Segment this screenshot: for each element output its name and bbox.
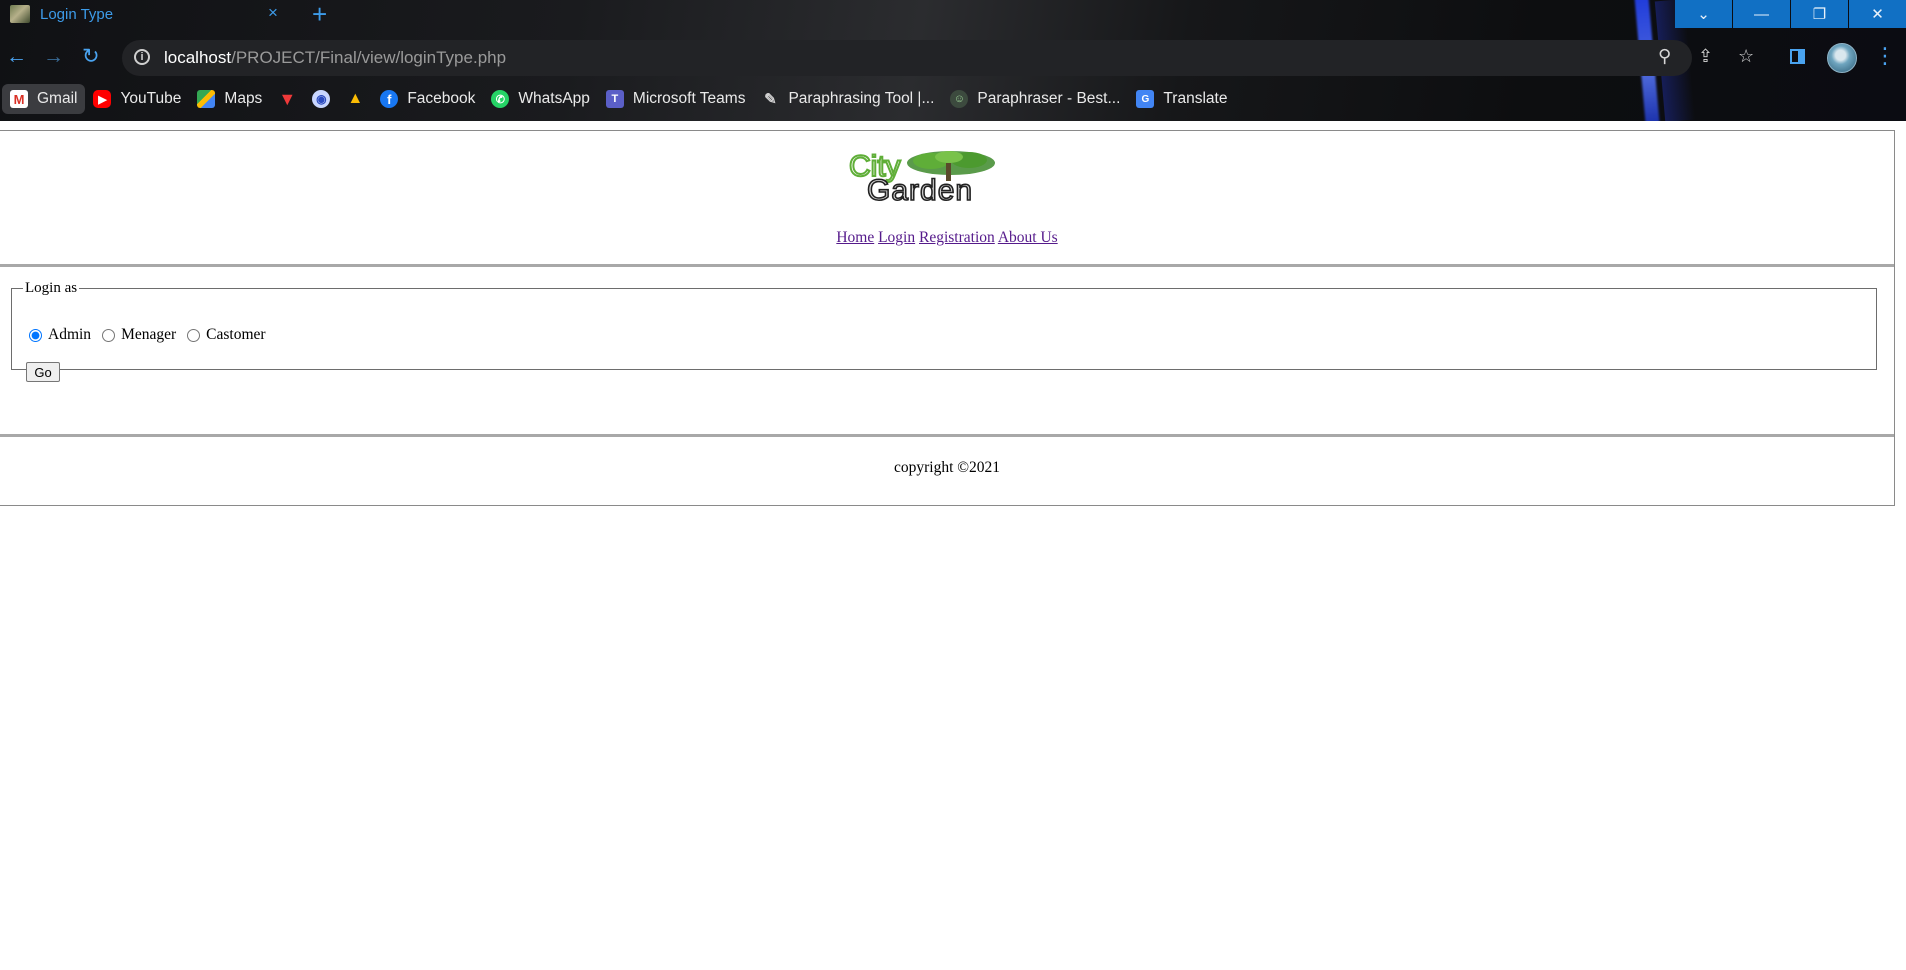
bookmark-label: YouTube <box>120 90 182 107</box>
city-garden-logo: City Garden <box>848 149 995 203</box>
address-bar[interactable]: i localhost/PROJECT/Final/view/loginType… <box>122 40 1754 76</box>
reload-icon[interactable]: ↻ <box>82 44 100 70</box>
login-type-legend: Login as <box>25 280 78 296</box>
radio-label-admin: Admin <box>48 326 92 343</box>
option-menager[interactable]: Menager <box>99 326 176 344</box>
nav-link-home[interactable]: Home <box>836 229 874 246</box>
url-text[interactable]: localhost/PROJECT/Final/view/loginType.p… <box>164 48 506 68</box>
bookmark-teams[interactable]: T Microsoft Teams <box>598 84 754 114</box>
page-footer: copyright ©2021 <box>0 437 1894 505</box>
facebook-icon: f <box>380 90 399 108</box>
translate-icon: G <box>1136 90 1155 108</box>
zoom-icon[interactable]: ⚲ <box>1658 46 1671 67</box>
main-nav: Home Login Registration About Us <box>0 229 1894 247</box>
bookmark-youtube[interactable]: ▶ YouTube <box>85 84 189 114</box>
forward-arrow-icon[interactable]: → <box>43 44 64 70</box>
nav-link-registration[interactable]: Registration <box>919 229 995 246</box>
radio-menager[interactable] <box>102 328 116 342</box>
restore-button[interactable]: ❐ <box>1791 0 1848 28</box>
bookmark-privacy[interactable]: ◉ <box>304 84 338 114</box>
url-host: localhost <box>164 48 232 67</box>
tab-title: Login Type <box>40 5 114 23</box>
bookmark-maps[interactable]: Maps <box>189 84 270 114</box>
bookmark-label: Paraphraser - Best... <box>977 90 1121 107</box>
svg-text:Garden: Garden <box>867 174 973 203</box>
browser-tab[interactable]: Login Type × <box>0 0 290 28</box>
bookmark-label: Facebook <box>407 90 476 107</box>
bookmark-label: Microsoft Teams <box>632 90 746 107</box>
bookmark-translate[interactable]: G Translate <box>1128 84 1235 114</box>
option-admin[interactable]: Admin <box>26 326 91 344</box>
browser-chrome: Login Type × + ⌄ — ❐ ✕ ← → ↻ i localhost… <box>0 0 1906 121</box>
radio-label-menager: Menager <box>121 326 177 343</box>
profile-avatar[interactable] <box>1827 43 1857 73</box>
minimize-button[interactable]: — <box>1733 0 1790 28</box>
bookmark-gmail[interactable]: M Gmail <box>2 84 86 114</box>
radio-castomer[interactable] <box>187 328 201 342</box>
bookmark-label: Maps <box>224 90 263 107</box>
bookmark-star-icon[interactable]: ☆ <box>1738 46 1754 67</box>
radio-admin[interactable] <box>29 328 42 342</box>
bookmark-label: Paraphrasing Tool |... <box>788 90 935 107</box>
privacy-shield-icon: ◉ <box>312 90 331 108</box>
menu-kebab-icon[interactable]: ⋮ <box>1874 44 1896 70</box>
maps-icon <box>197 90 216 108</box>
window-controls: ⌄ — ❐ ✕ <box>1674 0 1906 28</box>
copyright-text: copyright ©2021 <box>893 459 1001 476</box>
quill-icon: ✎ <box>764 91 777 108</box>
bookmark-vivaldi[interactable]: ▼ <box>270 84 304 114</box>
bookmark-label: WhatsApp <box>518 90 590 107</box>
paraphraser-icon: ☺ <box>950 90 969 108</box>
radio-label-castomer: Castomer <box>206 326 266 343</box>
bookmark-drive[interactable]: ▲ <box>338 84 372 114</box>
side-panel-icon[interactable] <box>1790 49 1805 64</box>
new-tab-button[interactable]: + <box>312 0 327 28</box>
login-type-section: Login as Admin Menager Castomer Go <box>0 267 1894 437</box>
nav-link-about-us[interactable]: About Us <box>998 229 1058 246</box>
whatsapp-icon: ✆ <box>491 90 510 108</box>
google-drive-icon: ▲ <box>347 90 364 107</box>
youtube-icon: ▶ <box>93 90 112 108</box>
vivaldi-v-icon: ▼ <box>278 88 297 109</box>
bookmark-label: Gmail <box>37 90 78 107</box>
site-info-icon[interactable]: i <box>134 49 150 65</box>
tab-search-button[interactable]: ⌄ <box>1675 0 1732 28</box>
gmail-icon: M <box>10 90 28 108</box>
back-arrow-icon[interactable]: ← <box>6 44 27 70</box>
tab-favicon-icon <box>10 5 30 23</box>
login-type-fieldset: Login as Admin Menager Castomer Go <box>11 280 1877 382</box>
bookmarks-bar: M Gmail ▶ YouTube Maps ▼ ◉ ▲ f Facebook … <box>0 84 1235 114</box>
share-icon[interactable]: ⇪ <box>1698 46 1713 67</box>
bookmark-paraphraser[interactable]: ☺ Paraphraser - Best... <box>942 84 1128 114</box>
bookmark-paraphrasing-tool[interactable]: ✎ Paraphrasing Tool |... <box>753 84 942 114</box>
bookmark-facebook[interactable]: f Facebook <box>372 84 483 114</box>
page-header: City Garden Home Login Registration Abou… <box>0 131 1894 267</box>
option-castomer[interactable]: Castomer <box>184 326 266 344</box>
url-path: /PROJECT/Final/view/loginType.php <box>231 48 507 67</box>
login-type-options: Admin Menager Castomer <box>26 326 274 344</box>
go-button[interactable]: Go <box>26 362 60 382</box>
teams-icon: T <box>605 90 624 108</box>
tab-close-icon[interactable]: × <box>268 3 278 23</box>
navigation-bar: ← → ↻ i localhost/PROJECT/Final/view/log… <box>0 40 1906 76</box>
close-window-button[interactable]: ✕ <box>1849 0 1906 28</box>
nav-link-login[interactable]: Login <box>878 229 915 246</box>
layout-table: City Garden Home Login Registration Abou… <box>0 130 1895 506</box>
bookmark-whatsapp[interactable]: ✆ WhatsApp <box>483 84 598 114</box>
bookmark-label: Translate <box>1163 90 1228 107</box>
page-content: City Garden Home Login Registration Abou… <box>0 121 1906 970</box>
